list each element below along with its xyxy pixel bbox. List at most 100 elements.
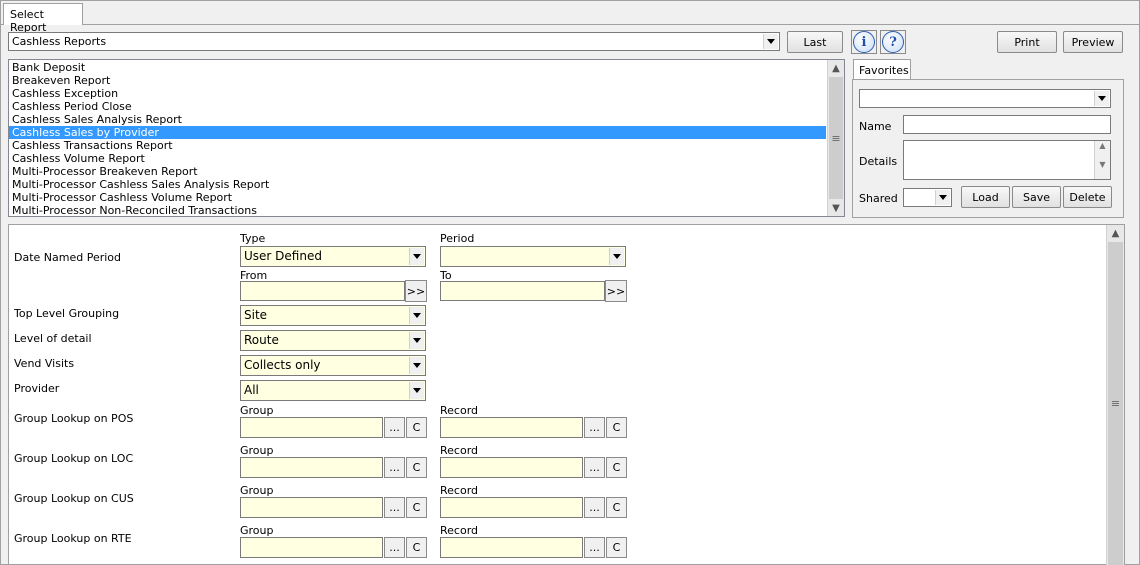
record-label: Record xyxy=(440,444,479,457)
shared-select[interactable] xyxy=(903,188,952,207)
report-category-select[interactable]: Cashless Reports xyxy=(8,32,780,51)
chevron-down-icon[interactable] xyxy=(763,34,778,49)
chevron-down-icon[interactable] xyxy=(409,307,424,324)
group-rte-clear-button[interactable]: C xyxy=(406,537,427,558)
group-pos-browse-button[interactable]: ... xyxy=(384,417,405,438)
list-item[interactable]: Multi-Processor Non-Reconciled Transacti… xyxy=(9,204,826,217)
group-loc-clear-button[interactable]: C xyxy=(406,457,427,478)
report-category-value: Cashless Reports xyxy=(12,35,107,48)
provider-select[interactable]: All xyxy=(240,380,426,401)
group-label: Group xyxy=(240,444,274,457)
scroll-up-icon[interactable]: ▲ xyxy=(1095,141,1110,150)
print-button[interactable]: Print xyxy=(997,31,1057,53)
record-cus-browse-button[interactable]: ... xyxy=(584,497,605,518)
scroll-down-icon[interactable]: ▼ xyxy=(1095,160,1110,169)
group-rte-browse-button[interactable]: ... xyxy=(384,537,405,558)
chevron-down-icon[interactable] xyxy=(409,357,424,374)
list-item[interactable]: Multi-Processor Cashless Sales Analysis … xyxy=(9,178,826,191)
list-item[interactable]: Cashless Volume Report xyxy=(9,152,826,165)
group-pos-clear-button[interactable]: C xyxy=(406,417,427,438)
details-scrollbar[interactable]: ▲ ▼ xyxy=(1094,141,1110,179)
to-date-input[interactable] xyxy=(440,281,605,301)
group-pos-input[interactable] xyxy=(240,417,383,438)
chevron-down-icon[interactable] xyxy=(409,332,424,349)
group-cus-input[interactable] xyxy=(240,497,383,518)
group-rte-input[interactable] xyxy=(240,537,383,558)
group-cus-browse-button[interactable]: ... xyxy=(384,497,405,518)
record-rte-input[interactable] xyxy=(440,537,583,558)
info-button[interactable]: i xyxy=(851,30,877,54)
list-item[interactable]: Multi-Processor Breakeven Report xyxy=(9,165,826,178)
group-lookup-rte-label: Group Lookup on RTE xyxy=(14,532,132,545)
record-loc-input[interactable] xyxy=(440,457,583,478)
tab-strip-line xyxy=(0,24,1140,25)
chevron-down-icon[interactable] xyxy=(935,190,950,205)
group-loc-browse-button[interactable]: ... xyxy=(384,457,405,478)
load-button[interactable]: Load xyxy=(961,186,1010,208)
scroll-thumb[interactable]: ≡ xyxy=(1108,242,1123,565)
help-button[interactable]: ? xyxy=(880,30,906,54)
chevron-down-icon[interactable] xyxy=(409,382,424,399)
save-button[interactable]: Save xyxy=(1012,186,1061,208)
scroll-down-icon[interactable]: ▼ xyxy=(828,200,844,216)
chevron-down-icon[interactable] xyxy=(1094,91,1109,106)
report-list-scrollbar[interactable]: ▲ ≡ ▼ xyxy=(827,60,844,216)
scroll-up-icon[interactable]: ▲ xyxy=(1107,225,1124,241)
group-lookup-loc-label: Group Lookup on LOC xyxy=(14,452,134,465)
level-of-detail-select[interactable]: Route xyxy=(240,330,426,351)
from-date-input[interactable] xyxy=(240,281,405,301)
record-label: Record xyxy=(440,404,479,417)
details-label: Details xyxy=(859,155,898,168)
report-list[interactable]: Bank Deposit Breakeven Report Cashless Exc… xyxy=(8,59,845,217)
group-cus-clear-button[interactable]: C xyxy=(406,497,427,518)
record-loc-clear-button[interactable]: C xyxy=(606,457,627,478)
scroll-up-icon[interactable]: ▲ xyxy=(828,60,844,76)
list-item[interactable]: Multi-Processor Cashless Volume Report xyxy=(9,191,826,204)
type-label: Type xyxy=(240,232,266,245)
chevron-down-icon[interactable] xyxy=(609,248,624,265)
group-lookup-pos-label: Group Lookup on POS xyxy=(14,412,134,425)
list-item[interactable]: Cashless Transactions Report xyxy=(9,139,826,152)
favorite-details-textarea[interactable]: ▲ ▼ xyxy=(903,140,1111,180)
period-label: Period xyxy=(440,232,475,245)
chevron-down-icon[interactable] xyxy=(409,248,424,265)
list-item[interactable]: Bank Deposit xyxy=(9,61,826,74)
list-item[interactable]: Breakeven Report xyxy=(9,74,826,87)
record-pos-browse-button[interactable]: ... xyxy=(584,417,605,438)
preview-button[interactable]: Preview xyxy=(1063,31,1123,53)
list-item[interactable]: Cashless Sales Analysis Report xyxy=(9,113,826,126)
group-label: Group xyxy=(240,484,274,497)
period-select[interactable] xyxy=(440,246,626,267)
info-icon: i xyxy=(853,31,875,53)
group-label: Group xyxy=(240,524,274,537)
delete-button[interactable]: Delete xyxy=(1063,186,1112,208)
record-cus-input[interactable] xyxy=(440,497,583,518)
favorite-name-input[interactable] xyxy=(903,115,1111,134)
list-item[interactable]: Cashless Exception xyxy=(9,87,826,100)
top-level-grouping-select[interactable]: Site xyxy=(240,305,426,326)
list-item[interactable]: Cashless Period Close xyxy=(9,100,826,113)
record-loc-browse-button[interactable]: ... xyxy=(584,457,605,478)
name-label: Name xyxy=(859,120,892,133)
scroll-thumb[interactable]: ≡ xyxy=(829,77,843,199)
last-button[interactable]: Last xyxy=(787,31,843,53)
record-label: Record xyxy=(440,524,479,537)
parameters-scrollbar[interactable]: ▲ ≡ xyxy=(1106,225,1124,565)
vend-visits-select[interactable]: Collects only xyxy=(240,355,426,376)
record-pos-clear-button[interactable]: C xyxy=(606,417,627,438)
tab-select-report[interactable]: Select Report xyxy=(3,3,83,34)
date-named-period-label: Date Named Period xyxy=(14,251,122,264)
type-select[interactable]: User Defined xyxy=(240,246,426,267)
list-item[interactable]: Cashless Sales by Provider xyxy=(9,126,826,139)
favorites-select[interactable] xyxy=(859,89,1111,108)
to-date-picker-button[interactable]: >> xyxy=(605,280,627,302)
type-value: User Defined xyxy=(244,249,322,263)
from-date-picker-button[interactable]: >> xyxy=(405,280,427,302)
group-loc-input[interactable] xyxy=(240,457,383,478)
record-cus-clear-button[interactable]: C xyxy=(606,497,627,518)
record-rte-browse-button[interactable]: ... xyxy=(584,537,605,558)
record-rte-clear-button[interactable]: C xyxy=(606,537,627,558)
tab-favorites[interactable]: Favorites xyxy=(853,59,911,80)
record-pos-input[interactable] xyxy=(440,417,583,438)
vend-visits-label: Vend Visits xyxy=(14,357,75,370)
